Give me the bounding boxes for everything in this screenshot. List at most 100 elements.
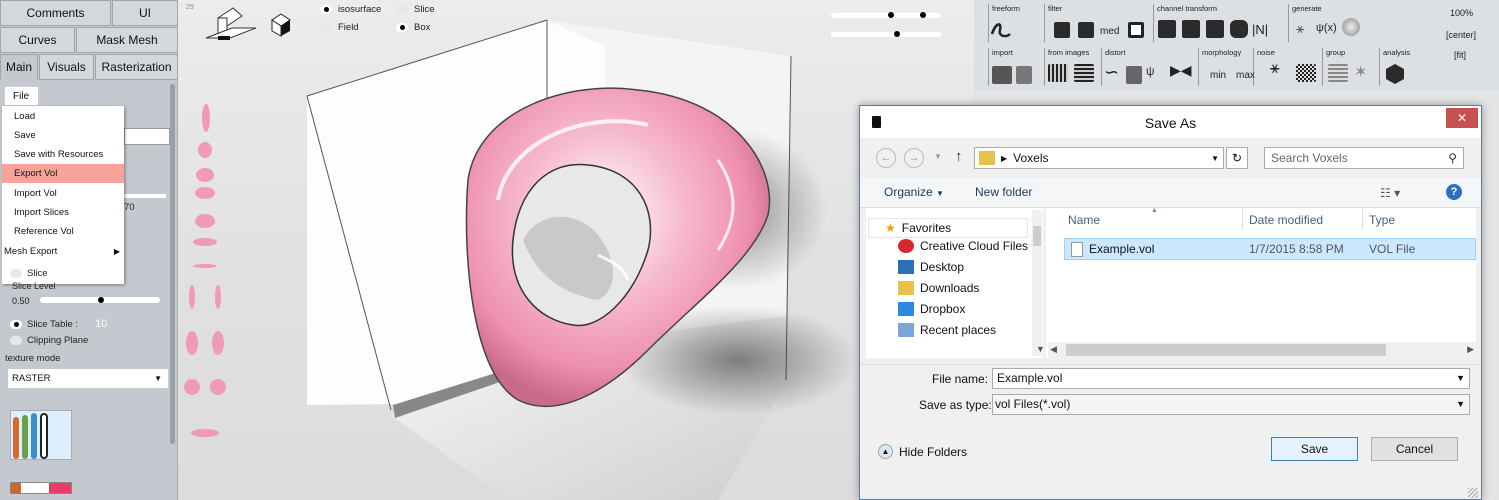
tab-main[interactable]: Main — [0, 54, 38, 80]
menu-item-import-vol[interactable]: Import Vol — [2, 184, 124, 203]
normalize-icon[interactable]: |N| — [1252, 22, 1268, 37]
group-layers-icon[interactable] — [1328, 64, 1348, 82]
channel-columns-icon[interactable] — [1206, 20, 1224, 38]
scroll-thumb[interactable] — [1033, 226, 1041, 246]
menu-item-reference-vol[interactable]: Reference Vol — [2, 222, 124, 241]
menu-item-load[interactable]: Load — [2, 107, 124, 126]
option-slice[interactable]: Slice — [396, 4, 435, 15]
address-bar[interactable]: ▶ Voxels ▼ — [974, 147, 1224, 169]
noise-grid-icon[interactable] — [1296, 64, 1316, 82]
view-options-icon[interactable]: ☷ ▾ — [1380, 186, 1400, 200]
help-icon[interactable]: ? — [1446, 184, 1462, 200]
refresh-icon[interactable]: ↻ — [1226, 147, 1248, 169]
min-icon[interactable]: min — [1210, 70, 1226, 81]
mirror-icon[interactable]: ▶◀ — [1170, 62, 1192, 79]
organize-button[interactable]: Organize ▼ — [884, 185, 944, 199]
column-header-type[interactable]: Type — [1369, 213, 1395, 227]
max-icon[interactable]: max — [1236, 70, 1255, 81]
scroll-down-icon[interactable]: ▼ — [1036, 344, 1045, 354]
nav-item-creative-cloud[interactable]: Creative Cloud Files — [898, 239, 1028, 253]
option-field[interactable]: Field — [320, 22, 359, 33]
tab-ui[interactable]: UI — [112, 0, 178, 26]
menu-item-save-with-resources[interactable]: Save with Resources — [2, 145, 124, 164]
column-header-name[interactable]: Name — [1068, 213, 1100, 227]
scroll-right-icon[interactable]: ▶ — [1467, 344, 1474, 355]
up-arrow-icon[interactable]: ↑ — [955, 148, 963, 165]
menu-item-import-slices[interactable]: Import Slices — [2, 203, 124, 222]
channel-stack-icon[interactable] — [1182, 20, 1200, 38]
column-divider[interactable] — [1242, 208, 1243, 230]
back-arrow-icon[interactable]: ← — [876, 148, 896, 168]
distort-twist-icon[interactable]: ∽ — [1104, 62, 1119, 83]
images-layers-icon[interactable] — [1074, 64, 1094, 82]
menu-item-export-vol[interactable]: Export Vol — [2, 164, 124, 183]
new-folder-button[interactable]: New folder — [975, 185, 1032, 199]
fit-button[interactable]: [fit] — [1454, 50, 1466, 60]
scroll-thumb[interactable] — [1066, 344, 1386, 356]
noise-icon[interactable]: ⚹ — [1270, 60, 1280, 78]
dialog-titlebar[interactable]: Save As ✕ — [860, 106, 1481, 138]
images-stack-icon[interactable] — [1048, 64, 1068, 82]
palette-swatch[interactable] — [10, 410, 72, 460]
tab-mask-mesh[interactable]: Mask Mesh — [76, 27, 178, 53]
column-divider[interactable] — [1362, 208, 1363, 230]
tab-rasterization[interactable]: Rasterization — [95, 54, 178, 80]
nav-scrollbar[interactable] — [1032, 210, 1042, 356]
slider-track[interactable] — [124, 194, 166, 198]
scroll-left-icon[interactable]: ◀ — [1050, 344, 1057, 355]
tab-curves[interactable]: Curves — [0, 27, 75, 53]
freeform-curve-icon[interactable] — [990, 20, 1012, 40]
slice-toggle[interactable]: Slice — [10, 268, 48, 279]
slice-level-slider[interactable] — [40, 297, 160, 303]
chevron-down-icon[interactable]: ▼ — [934, 152, 942, 161]
filter-smooth-icon[interactable] — [1078, 22, 1094, 38]
save-as-type-dropdown[interactable]: vol Files(*.vol) ▼ — [992, 394, 1470, 415]
function-icon[interactable]: ψ(x) — [1316, 22, 1337, 34]
nav-item-recent-places[interactable]: Recent places — [898, 323, 996, 337]
texture-mode-dropdown[interactable]: RASTER ▼ — [8, 369, 168, 388]
search-input[interactable]: Search Voxels ⚲ — [1264, 147, 1464, 169]
color-bar[interactable] — [10, 482, 72, 494]
swirl-icon[interactable] — [1342, 18, 1360, 36]
nav-favorites[interactable]: ★ Favorites — [868, 218, 1028, 238]
menu-item-save[interactable]: Save — [2, 126, 124, 145]
forward-arrow-icon[interactable]: → — [904, 148, 924, 168]
group-select-icon[interactable]: ✶ — [1354, 62, 1367, 82]
column-header-date[interactable]: Date modified — [1249, 213, 1323, 227]
channel-grid-icon[interactable] — [1158, 20, 1176, 38]
tab-comments[interactable]: Comments — [0, 0, 111, 26]
nav-item-downloads[interactable]: Downloads — [898, 281, 979, 295]
option-box[interactable]: Box — [396, 22, 430, 33]
hide-folders-button[interactable]: ▲ Hide Folders — [878, 444, 967, 459]
hexagon-icon[interactable] — [1384, 62, 1406, 86]
horizontal-scrollbar[interactable]: ◀ ▶ — [1048, 342, 1476, 358]
sparkle-icon[interactable]: ⚹ — [1296, 20, 1304, 37]
filter-box-icon[interactable] — [1054, 22, 1070, 38]
file-menu-button[interactable]: File — [4, 86, 39, 106]
resize-grip[interactable] — [1468, 488, 1478, 498]
import-doc-icon[interactable] — [1016, 66, 1032, 84]
3d-viewport[interactable]: 29 isosurface Slice Field Box — [178, 0, 974, 500]
channel-mask-icon[interactable] — [1230, 20, 1248, 38]
slider-thumb[interactable] — [98, 297, 104, 303]
distort-warp-icon[interactable] — [1126, 66, 1142, 84]
nav-item-desktop[interactable]: Desktop — [898, 260, 964, 274]
distort-wave-icon[interactable]: ψ — [1146, 64, 1155, 78]
slice-table-toggle[interactable]: Slice Table : 10 — [10, 318, 107, 330]
text-field[interactable] — [124, 128, 170, 145]
tab-visuals[interactable]: Visuals — [39, 54, 94, 80]
save-button[interactable]: Save — [1271, 437, 1358, 461]
nav-item-dropbox[interactable]: Dropbox — [898, 302, 965, 316]
option-isosurface[interactable]: isosurface — [320, 4, 381, 15]
clipping-plane-toggle[interactable]: Clipping Plane — [10, 335, 88, 346]
import-icon[interactable] — [992, 66, 1012, 84]
center-button[interactable]: [center] — [1446, 30, 1476, 40]
panel-scrollbar[interactable] — [170, 84, 175, 444]
cancel-button[interactable]: Cancel — [1371, 437, 1458, 461]
file-name-input[interactable]: Example.vol ▼ — [992, 368, 1470, 389]
filter-frame-icon[interactable] — [1128, 22, 1144, 38]
median-filter-icon[interactable]: med — [1100, 26, 1119, 37]
file-row[interactable]: Example.vol 1/7/2015 8:58 PM VOL File — [1064, 238, 1476, 260]
close-button[interactable]: ✕ — [1446, 108, 1478, 128]
menu-item-mesh-export[interactable]: Mesh Export ▶ — [2, 242, 124, 261]
